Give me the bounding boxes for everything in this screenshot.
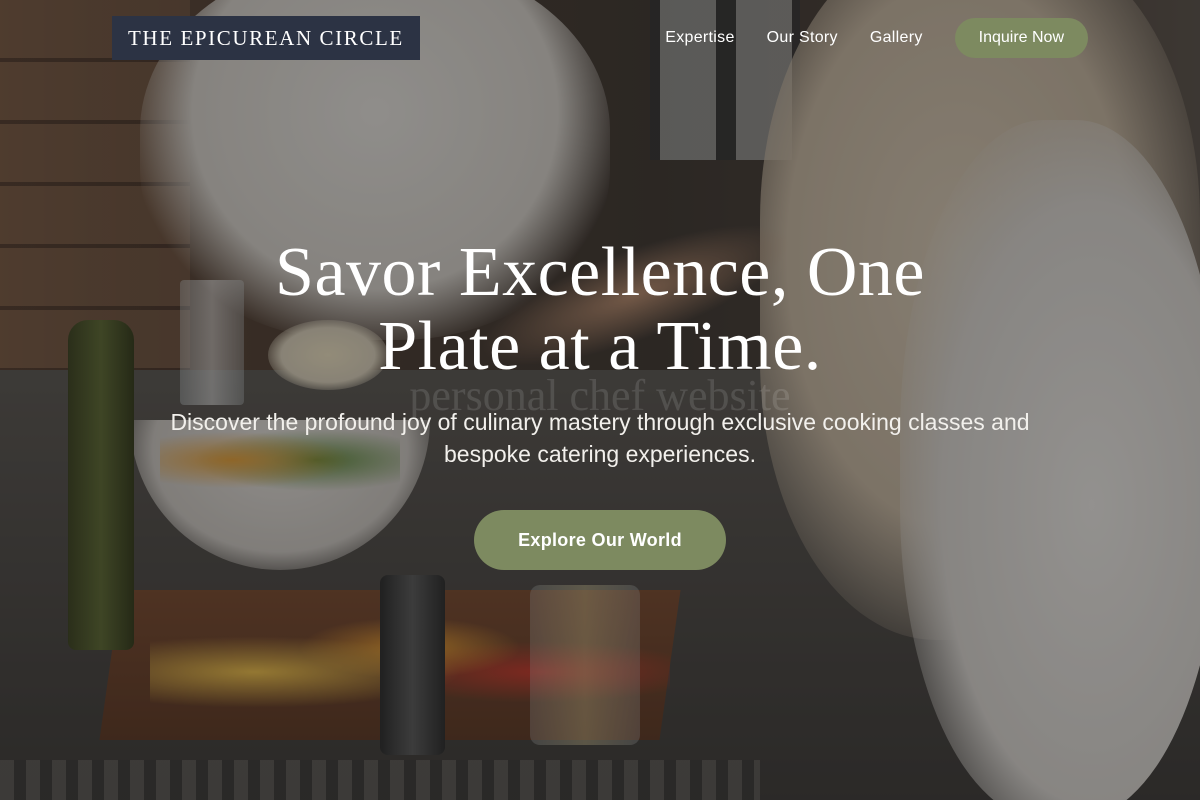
explore-our-world-button[interactable]: Explore Our World [474,510,726,570]
nav-links: Expertise Our Story Gallery Inquire Now [665,18,1088,58]
hero-headline: Savor Excellence, One Plate at a Time. [275,234,925,385]
nav-link-our-story[interactable]: Our Story [767,29,838,47]
nav-link-gallery[interactable]: Gallery [870,29,923,47]
nav-link-expertise[interactable]: Expertise [665,29,734,47]
inquire-now-button[interactable]: Inquire Now [954,18,1088,58]
hero-section: personal chef website THE EPICUREAN CIRC… [0,0,1200,800]
brand-logo[interactable]: THE EPICUREAN CIRCLE [112,16,420,60]
top-navigation: THE EPICUREAN CIRCLE Expertise Our Story… [112,16,1088,60]
hero-content: Savor Excellence, One Plate at a Time. D… [0,236,1200,570]
hero-subheadline: Discover the profound joy of culinary ma… [170,409,1030,467]
